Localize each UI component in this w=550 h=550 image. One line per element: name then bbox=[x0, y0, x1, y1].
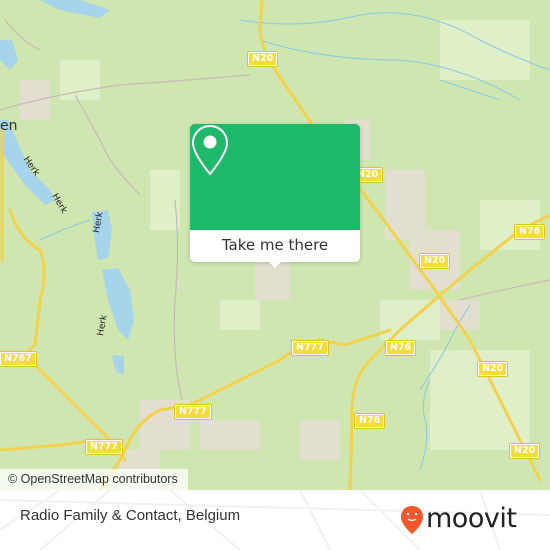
road-shield: N20 bbox=[246, 51, 279, 67]
place-label-partial: en bbox=[0, 118, 18, 134]
moovit-wordmark: moovit bbox=[426, 503, 517, 534]
footer: Radio Family & Contact, Belgium moovit bbox=[0, 490, 550, 550]
road-shield: N777 bbox=[291, 340, 329, 356]
map-pin-icon bbox=[191, 124, 229, 176]
map-attribution[interactable]: © OpenStreetMap contributors bbox=[0, 469, 188, 490]
place-name: Radio Family & Contact, Belgium bbox=[20, 507, 241, 524]
moovit-pin-icon bbox=[401, 506, 423, 534]
popup-pointer bbox=[268, 261, 282, 268]
road-shield: N20 bbox=[418, 253, 451, 269]
road-shield: N76 bbox=[513, 224, 546, 240]
road-shield: N76 bbox=[353, 413, 386, 429]
take-me-there-button[interactable]: Take me there bbox=[190, 230, 360, 262]
location-popup: Take me there bbox=[190, 124, 360, 268]
road-shield: N777 bbox=[174, 404, 212, 420]
road-shield: N20 bbox=[508, 443, 541, 459]
popup-header bbox=[190, 124, 360, 230]
road-shield: N767 bbox=[0, 351, 37, 367]
road-shield: N20 bbox=[476, 361, 509, 377]
map[interactable]: en Herk Herk Herk Herk N20 N20 N20 N76 N… bbox=[0, 0, 550, 490]
road-shield: N76 bbox=[384, 340, 417, 356]
road-shield: N777 bbox=[85, 439, 123, 455]
